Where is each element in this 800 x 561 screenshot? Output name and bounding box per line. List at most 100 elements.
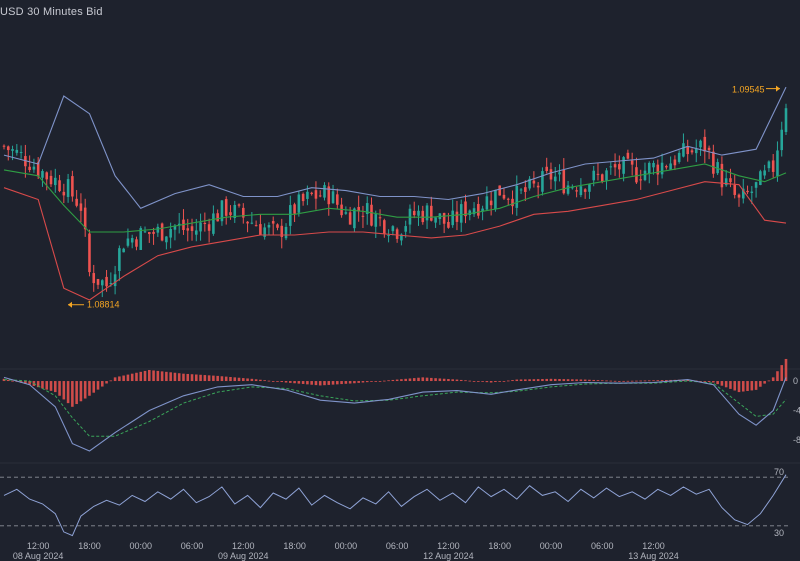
candle[interactable]	[694, 148, 698, 154]
candle[interactable]	[254, 225, 258, 227]
candle[interactable]	[707, 147, 711, 151]
candle[interactable]	[314, 190, 318, 199]
candle[interactable]	[404, 226, 407, 232]
candle[interactable]	[635, 167, 638, 183]
candle[interactable]	[759, 171, 762, 185]
candle[interactable]	[498, 185, 501, 196]
candle[interactable]	[122, 248, 125, 253]
candle[interactable]	[643, 170, 647, 181]
candle[interactable]	[596, 173, 600, 175]
candle[interactable]	[613, 164, 617, 168]
candle[interactable]	[408, 208, 412, 225]
candle[interactable]	[348, 212, 352, 225]
candle[interactable]	[562, 169, 566, 194]
candle[interactable]	[784, 108, 788, 132]
candle[interactable]	[113, 274, 117, 287]
candle[interactable]	[387, 235, 390, 237]
candle[interactable]	[712, 151, 715, 174]
candle[interactable]	[673, 159, 677, 166]
candle[interactable]	[750, 191, 754, 193]
candle[interactable]	[310, 192, 313, 194]
candle[interactable]	[763, 170, 766, 176]
candle[interactable]	[284, 226, 288, 239]
candle[interactable]	[96, 279, 100, 285]
candle[interactable]	[370, 204, 373, 226]
candle[interactable]	[583, 189, 587, 192]
candle[interactable]	[237, 204, 241, 206]
candle[interactable]	[32, 166, 36, 170]
candle[interactable]	[45, 172, 49, 180]
candle[interactable]	[41, 171, 44, 178]
candle[interactable]	[156, 226, 160, 233]
candle[interactable]	[575, 190, 578, 192]
candle[interactable]	[588, 184, 591, 192]
candle[interactable]	[447, 221, 450, 228]
candle[interactable]	[754, 182, 758, 188]
candle[interactable]	[477, 203, 480, 216]
candle[interactable]	[276, 224, 279, 228]
candle[interactable]	[626, 152, 630, 159]
candle[interactable]	[267, 225, 271, 228]
candle[interactable]	[412, 210, 416, 216]
candle[interactable]	[746, 190, 749, 193]
candle[interactable]	[297, 194, 301, 213]
candle[interactable]	[771, 160, 775, 172]
candle[interactable]	[665, 166, 668, 168]
candle[interactable]	[690, 150, 694, 153]
candle[interactable]	[15, 149, 19, 153]
candle[interactable]	[2, 145, 6, 147]
candle[interactable]	[421, 210, 425, 223]
candle[interactable]	[733, 184, 737, 195]
candle[interactable]	[677, 152, 681, 162]
candle[interactable]	[160, 223, 164, 241]
candle[interactable]	[502, 194, 506, 199]
candle[interactable]	[558, 172, 561, 175]
candle[interactable]	[434, 217, 437, 223]
candle[interactable]	[11, 149, 14, 151]
candle[interactable]	[660, 162, 664, 175]
candle[interactable]	[109, 282, 113, 284]
candle[interactable]	[58, 180, 61, 192]
candle[interactable]	[336, 194, 339, 205]
candle[interactable]	[53, 177, 57, 186]
candle[interactable]	[485, 196, 489, 210]
candle[interactable]	[374, 214, 378, 227]
candle[interactable]	[139, 228, 143, 250]
candle[interactable]	[207, 224, 211, 231]
candle[interactable]	[271, 221, 275, 224]
candle[interactable]	[417, 210, 420, 216]
candle[interactable]	[49, 175, 53, 185]
candle[interactable]	[344, 212, 348, 214]
candle[interactable]	[532, 180, 536, 184]
candle[interactable]	[130, 238, 134, 243]
candle[interactable]	[553, 176, 557, 182]
candle[interactable]	[195, 230, 198, 235]
candle[interactable]	[699, 140, 702, 148]
candle[interactable]	[186, 228, 190, 231]
price-pane[interactable]: 1.09545 1.08814	[2, 85, 788, 310]
candle[interactable]	[776, 150, 779, 176]
candle[interactable]	[165, 236, 168, 243]
candle[interactable]	[75, 198, 78, 206]
candle[interactable]	[524, 187, 527, 192]
candle[interactable]	[246, 221, 249, 224]
candle[interactable]	[66, 179, 70, 197]
candle[interactable]	[729, 178, 732, 183]
candle[interactable]	[88, 233, 91, 273]
candle[interactable]	[318, 195, 322, 197]
candle[interactable]	[430, 205, 433, 221]
candle[interactable]	[703, 136, 707, 152]
candle[interactable]	[549, 169, 553, 180]
candle[interactable]	[353, 208, 356, 229]
candle[interactable]	[541, 171, 544, 192]
candle[interactable]	[494, 189, 497, 210]
candle[interactable]	[459, 204, 463, 223]
candle[interactable]	[19, 152, 23, 154]
candle[interactable]	[519, 189, 523, 191]
candle[interactable]	[229, 212, 232, 216]
candle[interactable]	[92, 273, 96, 284]
candle[interactable]	[391, 226, 395, 232]
candle[interactable]	[169, 228, 172, 238]
candle[interactable]	[605, 170, 608, 181]
candle[interactable]	[118, 248, 121, 272]
